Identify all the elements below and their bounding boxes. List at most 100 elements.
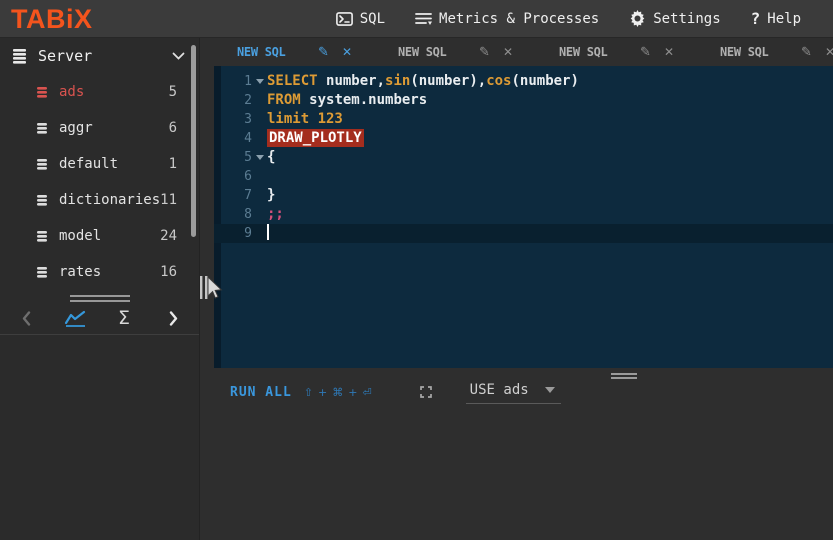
tab-label: NEW SQL: [720, 45, 769, 59]
fullscreen-icon[interactable]: [419, 386, 432, 398]
code-segment: FROM: [267, 92, 310, 108]
main-area: NEW SQL ✎ ✕ NEW SQL ✎ ✕ NEW SQL ✎ ✕ NEW SQL ✎ ✕ 1 SE…: [200, 38, 833, 540]
nav-label: Metrics & Processes: [439, 10, 600, 27]
sidebar-item-aggr[interactable]: aggr 6: [0, 110, 199, 146]
editor-line-4: 4 DRAW_PLOTLY: [214, 129, 833, 148]
sidebar-item-model[interactable]: model 24: [0, 218, 199, 254]
tab-actions: ✎ ✕: [801, 45, 833, 60]
chart-icon[interactable]: [61, 304, 89, 332]
fold-column: [252, 186, 267, 205]
code-segment: number,: [326, 73, 386, 89]
database-icon: [36, 194, 48, 207]
chevron-down-icon[interactable]: [172, 52, 185, 60]
line-number: 1: [244, 74, 252, 89]
sigma-icon[interactable]: Σ: [110, 304, 138, 332]
code-segment: sin: [385, 73, 411, 89]
fold-column: [252, 110, 267, 129]
run-shortcut-hint: ⇧ + ⌘ + ⏎: [304, 386, 372, 399]
database-icon: [36, 122, 48, 135]
close-tab-icon[interactable]: ✕: [825, 45, 833, 59]
sidebar-item-ads[interactable]: ads 5: [0, 74, 199, 110]
code-text: limit 123: [267, 110, 343, 129]
app-logo[interactable]: TABiX: [11, 0, 93, 38]
line-number: 4: [244, 131, 252, 146]
chevron-left-icon[interactable]: [12, 304, 40, 332]
database-name: ads: [59, 84, 85, 100]
sidebar-item-default[interactable]: default 1: [0, 146, 199, 182]
database-count: 1: [168, 156, 177, 172]
code-text: [267, 224, 269, 243]
use-database-value: USE ads: [469, 382, 529, 398]
sidebar-item-rates[interactable]: rates 16: [0, 254, 199, 290]
sidebar-footer: Σ: [0, 302, 199, 334]
code-text: DRAW_PLOTLY: [267, 129, 364, 148]
line-number: 9: [244, 226, 252, 241]
nav-metrics-processes[interactable]: Metrics & Processes: [415, 11, 599, 27]
sql-editor[interactable]: 1 SELECT number,sin(number),cos(number) 2 F…: [214, 66, 833, 368]
gear-icon: [629, 10, 646, 27]
tab-bar: NEW SQL ✎ ✕ NEW SQL ✎ ✕ NEW SQL ✎ ✕ NEW SQL ✎ ✕: [200, 38, 833, 66]
fold-column: [252, 72, 267, 91]
shortcut-key: +: [318, 385, 328, 399]
code-text: FROM system.numbers: [267, 91, 427, 110]
sidebar-scrollbar[interactable]: [191, 45, 196, 237]
tab-label: NEW SQL: [398, 45, 447, 59]
edit-tab-icon[interactable]: ✎: [318, 45, 329, 60]
nav-sql[interactable]: SQL: [335, 11, 385, 27]
sidebar-item-dictionaries[interactable]: dictionaries 11: [0, 182, 199, 218]
fold-arrow-icon[interactable]: [255, 79, 264, 84]
database-icon: [36, 158, 48, 171]
tab-new-sql-3[interactable]: NEW SQL ✎ ✕: [559, 45, 720, 60]
help-icon: ?: [750, 9, 761, 28]
use-database-select[interactable]: USE ads: [465, 380, 561, 404]
line-number: 3: [244, 112, 252, 127]
fold-column: [252, 205, 267, 224]
code-text: SELECT number,sin(number),cos(number): [267, 72, 579, 91]
database-icon: [36, 230, 48, 243]
tab-new-sql-2[interactable]: NEW SQL ✎ ✕: [398, 45, 559, 60]
server-selector[interactable]: Server: [0, 38, 199, 74]
tab-actions: ✎ ✕: [479, 45, 513, 60]
editor-line-7: 7}: [214, 186, 833, 205]
fold-arrow-icon[interactable]: [255, 155, 264, 160]
close-tab-icon[interactable]: ✕: [342, 45, 352, 59]
database-count: 6: [168, 120, 177, 136]
editor-line-3: 3 limit 123: [214, 110, 833, 129]
database-name: rates: [59, 264, 102, 280]
run-all-button[interactable]: RUN ALL: [230, 385, 292, 400]
edit-tab-icon[interactable]: ✎: [801, 45, 812, 60]
tab-actions: ✎ ✕: [318, 45, 352, 60]
database-list: ads 5 aggr 6 default 1 dictionaries 11 model 24 ra…: [0, 74, 199, 290]
edit-tab-icon[interactable]: ✎: [640, 45, 651, 60]
code-segment: DRAW_PLOTLY: [267, 129, 364, 147]
line-number: 8: [244, 207, 252, 222]
editor-line-6: 6: [214, 167, 833, 186]
code-segment: (number),: [410, 73, 487, 89]
database-count: 5: [168, 84, 177, 100]
code-text: {: [267, 148, 275, 167]
tab-new-sql-4[interactable]: NEW SQL ✎ ✕: [720, 45, 833, 60]
edit-tab-icon[interactable]: ✎: [479, 45, 490, 60]
tab-new-sql-1[interactable]: NEW SQL ✎ ✕: [237, 45, 398, 60]
code-segment: system.numbers: [309, 92, 428, 108]
database-name: model: [59, 228, 102, 244]
query-toolbar: RUN ALL ⇧ + ⌘ + ⏎ USE ads: [200, 368, 833, 416]
database-count: 24: [160, 228, 177, 244]
database-name: dictionaries: [59, 192, 161, 208]
close-tab-icon[interactable]: ✕: [503, 45, 513, 59]
shortcut-key: ⇧: [303, 385, 314, 399]
close-tab-icon[interactable]: ✕: [664, 45, 674, 59]
code-segment: 123: [317, 111, 343, 127]
fold-column: [252, 148, 267, 167]
header-nav: SQL Metrics & Processes Settings? Help: [335, 9, 801, 28]
nav-settings[interactable]: Settings: [629, 10, 721, 27]
dropdown-arrow-icon: [544, 387, 555, 393]
sidebar: Server ads 5 aggr 6 default 1 dictionaries 11 mo…: [0, 38, 200, 540]
database-icon: [36, 266, 48, 279]
nav-label: Help: [767, 10, 801, 27]
chevron-right-icon[interactable]: [159, 304, 187, 332]
sidebar-divider: [0, 334, 199, 335]
nav-help[interactable]: ? Help: [751, 9, 801, 28]
editor-line-2: 2 FROM system.numbers: [214, 91, 833, 110]
fold-column: [252, 224, 267, 243]
